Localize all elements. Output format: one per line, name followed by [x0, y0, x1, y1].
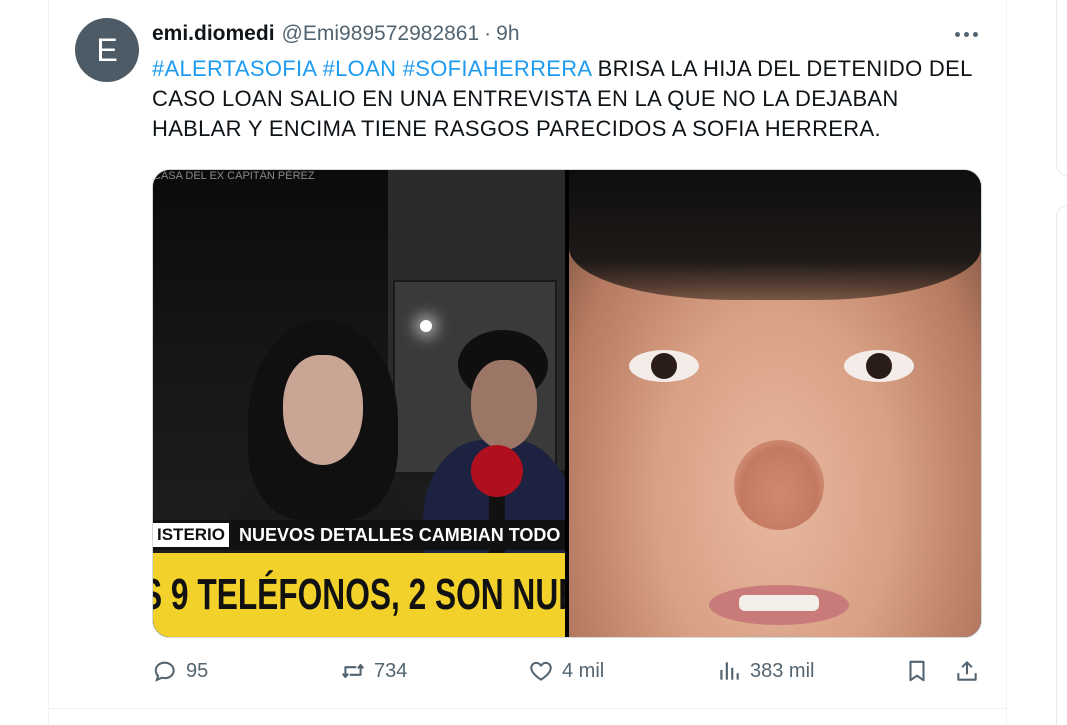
- news-ticker: ISTERIO NUEVOS DETALLES CAMBIAN TODO: [153, 520, 565, 550]
- sidebar-card-edge: [1056, 0, 1067, 176]
- reply-button[interactable]: 95: [152, 652, 208, 690]
- media-image-right[interactable]: [569, 170, 981, 637]
- retweet-button[interactable]: 734: [340, 652, 407, 690]
- sidebar-card-edge: [1056, 205, 1067, 725]
- bookmark-button[interactable]: [904, 652, 930, 690]
- bookmark-icon: [909, 660, 925, 682]
- user-handle[interactable]: @Emi989572982861: [282, 22, 480, 46]
- avatar[interactable]: E: [75, 18, 139, 82]
- like-button[interactable]: 4 mil: [528, 652, 604, 690]
- ticker-news: NUEVOS DETALLES CAMBIAN TODO: [239, 524, 561, 545]
- photo-teeth: [739, 595, 819, 611]
- photo-eye: [629, 350, 699, 382]
- photo-eye: [844, 350, 914, 382]
- photo-nose: [734, 440, 824, 530]
- views-button[interactable]: 383 mil: [716, 652, 814, 690]
- ticker-tag: ISTERIO: [153, 523, 230, 547]
- tweet-text: #ALERTASOFIA #LOAN #SOFIAHERRERA BRISA L…: [152, 54, 992, 144]
- ticker-headline: S 9 TELÉFONOS, 2 SON NUESTROS, I: [153, 570, 565, 619]
- news-headline-bar: S 9 TELÉFONOS, 2 SON NUESTROS, I: [153, 553, 565, 637]
- tweet-divider: [48, 708, 1006, 709]
- display-name[interactable]: emi.diomedi: [152, 22, 275, 46]
- photo-light: [420, 320, 432, 332]
- media-image-left[interactable]: CASA DEL EX CAPITÁN PÉREZ ISTERIO NUEVOS…: [153, 170, 565, 637]
- timestamp[interactable]: 9h: [496, 22, 519, 46]
- reply-icon: [154, 661, 175, 682]
- more-icon[interactable]: [950, 20, 982, 48]
- views-count: 383 mil: [750, 659, 815, 682]
- hashtag-link[interactable]: #SOFIAHERRERA: [403, 56, 592, 81]
- tweet-page: E emi.diomedi @Emi989572982861 · 9h #ALE…: [0, 0, 1067, 725]
- heart-icon: [530, 661, 552, 681]
- hashtag-link[interactable]: #ALERTASOFIA: [152, 56, 316, 81]
- reply-count: 95: [186, 659, 209, 682]
- retweet-icon: [341, 664, 365, 678]
- microphone: [471, 445, 523, 497]
- photo-person-face: [283, 355, 363, 465]
- like-count: 4 mil: [562, 659, 605, 682]
- photo-person-face: [471, 360, 537, 450]
- tweet-media[interactable]: CASA DEL EX CAPITÁN PÉREZ ISTERIO NUEVOS…: [152, 169, 982, 638]
- tweet-actions: 95 734 4 mil 383 mil: [152, 652, 980, 690]
- tweet-header: emi.diomedi @Emi989572982861 · 9h: [152, 20, 520, 48]
- timeline-border-left: [48, 0, 49, 725]
- share-button[interactable]: [954, 652, 980, 690]
- photo-hair: [569, 170, 981, 300]
- timeline-border-right: [1006, 0, 1007, 725]
- separator-dot: ·: [484, 22, 492, 45]
- retweet-count: 734: [374, 659, 408, 682]
- hashtag-link[interactable]: #LOAN: [323, 56, 397, 81]
- share-icon: [957, 661, 977, 681]
- views-icon: [720, 662, 739, 680]
